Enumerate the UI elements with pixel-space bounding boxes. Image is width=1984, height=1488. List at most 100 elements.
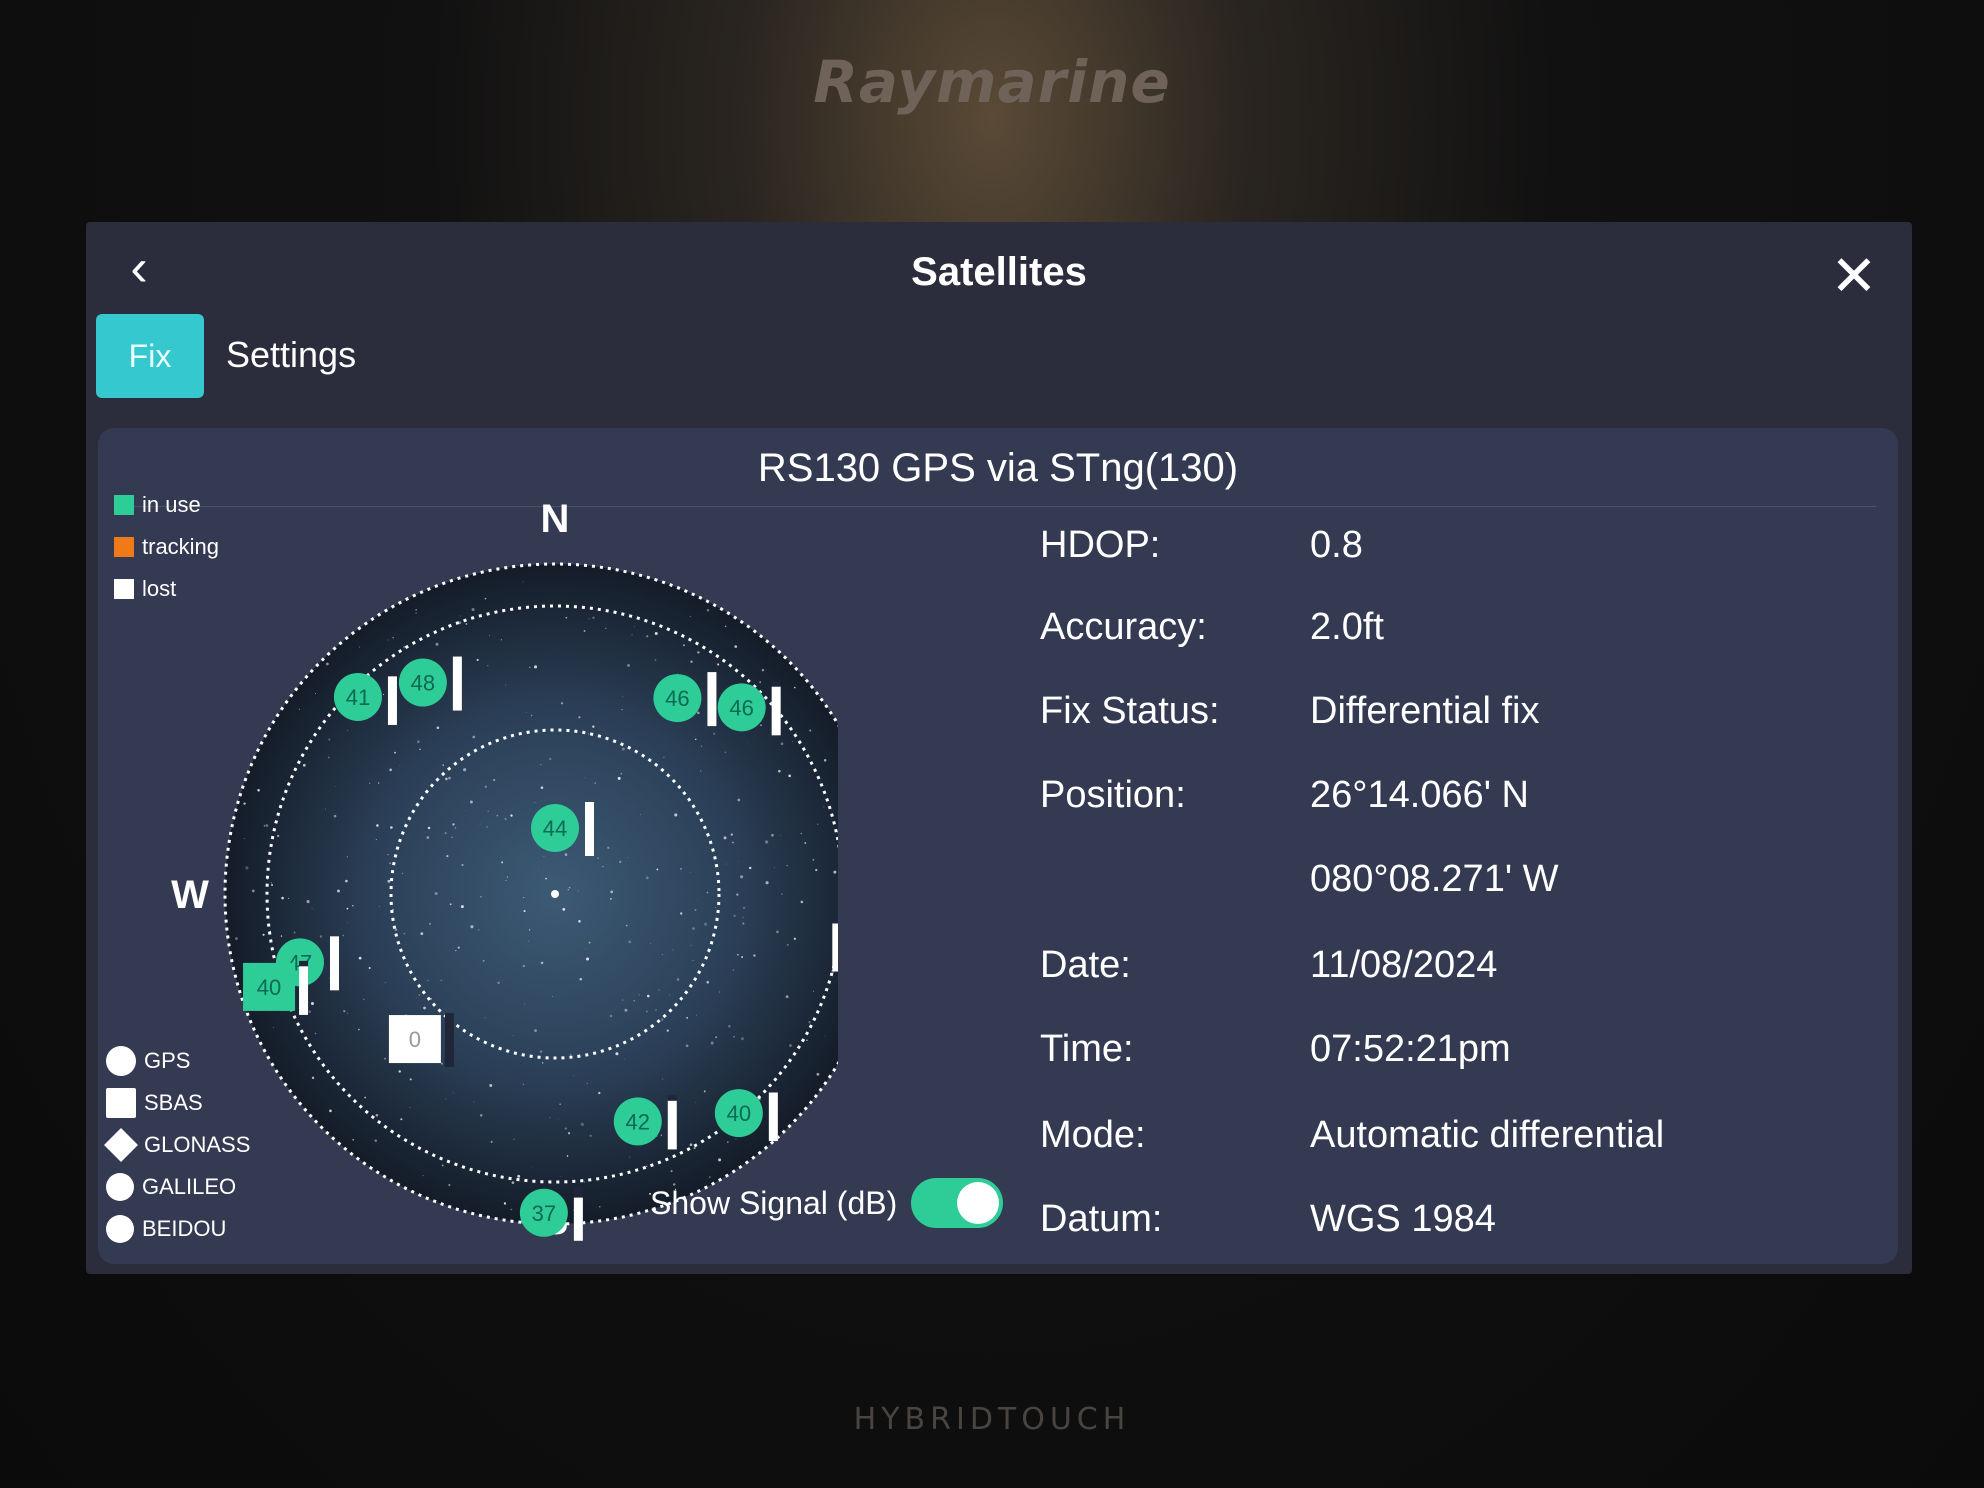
star [808, 1021, 811, 1024]
fix-label: Mode: [1040, 1114, 1146, 1156]
tab-settings[interactable]: Settings [226, 334, 356, 376]
signal-bar [768, 1092, 778, 1142]
tab-fix[interactable]: Fix [96, 314, 204, 398]
star [619, 860, 622, 864]
star [329, 1109, 332, 1113]
zenith-dot [551, 890, 559, 898]
star [445, 777, 448, 781]
star [706, 980, 710, 984]
star [476, 658, 479, 662]
star [654, 658, 657, 661]
star [471, 608, 475, 612]
signal-bar-track [444, 1013, 454, 1068]
star [718, 1158, 722, 1162]
star [592, 725, 595, 728]
square-icon [832, 923, 838, 972]
star [496, 814, 499, 817]
star [703, 1090, 706, 1093]
star [420, 932, 424, 936]
fix-value: Differential fix [1310, 690, 1540, 732]
show-signal-toggle[interactable] [911, 1178, 1004, 1228]
star [672, 949, 674, 951]
star [588, 618, 590, 620]
star [487, 665, 489, 667]
signal-bar [299, 966, 309, 1015]
star [524, 1003, 525, 1005]
star [669, 994, 670, 996]
star [482, 959, 485, 962]
star [624, 1008, 628, 1012]
star [734, 645, 738, 648]
star [434, 892, 438, 896]
fix-value: 11/08/2024 [1310, 944, 1498, 986]
star [609, 1014, 613, 1018]
star [262, 933, 265, 936]
star [661, 1018, 664, 1021]
star [416, 740, 420, 744]
satellite-0[interactable]: 0 [832, 921, 838, 975]
star [724, 625, 727, 628]
star [435, 642, 439, 646]
star [689, 871, 691, 873]
star [817, 823, 819, 825]
close-icon[interactable]: ✕ [1826, 248, 1882, 304]
star [586, 1083, 588, 1085]
star [679, 867, 683, 870]
star [445, 1098, 447, 1100]
star [598, 1091, 601, 1095]
star [272, 1027, 274, 1029]
star [735, 1138, 737, 1140]
star [742, 922, 745, 925]
star [454, 827, 457, 829]
star [646, 635, 649, 638]
star [692, 927, 695, 931]
star [346, 856, 348, 858]
star [465, 623, 468, 625]
satellite-label: 40 [727, 1101, 751, 1126]
star [500, 639, 503, 641]
star [473, 1101, 475, 1103]
star [559, 1103, 561, 1105]
compass-n: N [541, 497, 570, 541]
star [375, 839, 377, 841]
star [427, 979, 429, 982]
star [532, 1166, 534, 1168]
star [522, 581, 524, 583]
star [308, 1010, 311, 1013]
star [723, 836, 727, 840]
star [694, 908, 697, 911]
star [510, 1208, 513, 1211]
star [620, 773, 623, 775]
star [627, 663, 630, 667]
star [325, 808, 326, 810]
star [690, 944, 692, 946]
star [446, 854, 449, 858]
fix-label: Fix Status: [1040, 690, 1220, 732]
bezel-footer: HYBRIDTOUCH [853, 1402, 1131, 1437]
star [761, 668, 765, 672]
star [472, 735, 476, 739]
star [733, 1035, 735, 1038]
star [522, 964, 526, 968]
star [513, 1138, 515, 1140]
star [568, 886, 571, 889]
star [824, 1035, 826, 1037]
star [441, 1164, 444, 1167]
star [347, 922, 349, 924]
star [607, 846, 610, 849]
star [542, 1062, 544, 1064]
star [621, 999, 624, 1001]
star [265, 824, 269, 827]
signal-bar [329, 936, 339, 991]
star [560, 702, 564, 705]
page-title: Satellites [911, 250, 1087, 294]
star [549, 1117, 551, 1119]
satellite-label: 41 [346, 685, 370, 710]
star [592, 616, 595, 619]
star [654, 632, 658, 636]
star [765, 881, 769, 885]
star [486, 826, 488, 828]
star [582, 729, 584, 731]
star [394, 928, 398, 931]
star [528, 940, 530, 942]
